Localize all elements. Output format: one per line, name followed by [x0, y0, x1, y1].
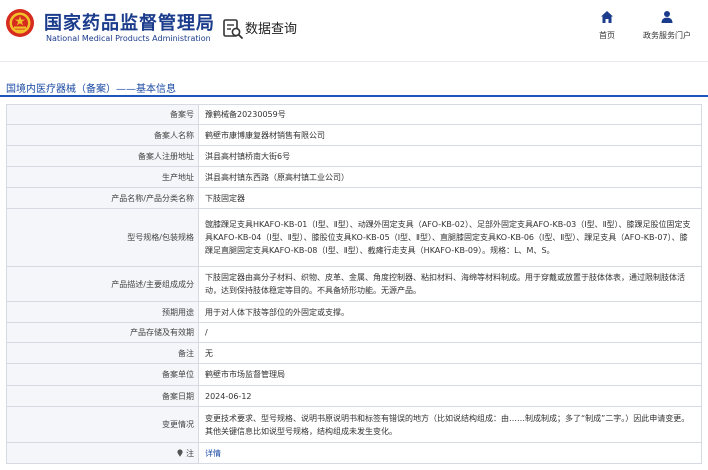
- user-icon: [661, 11, 673, 23]
- row-value: 下肢固定器由高分子材料、织物、皮革、金属、角度控制器、粘扣材料、海绵等材料制成。…: [198, 266, 702, 302]
- details-link[interactable]: 详情: [198, 442, 702, 464]
- note-label-text: 注: [186, 448, 194, 458]
- note-row-label: 注: [6, 442, 199, 464]
- national-emblem-icon[interactable]: [5, 8, 35, 38]
- row-label: 备案号: [6, 104, 199, 125]
- row-value: 鹤壁市市场监督管理局: [198, 363, 702, 386]
- table-row: 备案单位 鹤壁市市场监督管理局: [6, 363, 702, 386]
- table-row: 型号规格/包装规格 髋膝踝足支具HKAFO-KB-01（Ⅰ型、Ⅱ型）、动踝外固定…: [6, 208, 702, 267]
- section-title: 国境内医疗器械（备案）——基本信息: [6, 84, 176, 95]
- table-row: 变更情况 变更技术要求、型号规格、说明书原说明书和标签有错误的地方（比如说结构组…: [6, 406, 702, 443]
- row-label: 变更情况: [6, 406, 199, 443]
- site-header: 国家药品监督管理局 National Medical Products Admi…: [0, 0, 708, 62]
- row-label: 备案人注册地址: [6, 145, 199, 167]
- nav-service-portal-label: 政务服务门户: [643, 31, 691, 40]
- table-row: 生产地址 淇县高村镇东西路（原高村镇工业公司）: [6, 166, 702, 188]
- row-label: 型号规格/包装规格: [6, 208, 199, 267]
- section-divider: [0, 95, 708, 97]
- table-row: 产品描述/主要组成成分 下肢固定器由高分子材料、织物、皮革、金属、角度控制器、粘…: [6, 266, 702, 302]
- table-row: 备注 无: [6, 342, 702, 364]
- row-label: 备案日期: [6, 385, 199, 407]
- row-value: 变更技术要求、型号规格、说明书原说明书和标签有错误的地方（比如说结构组成：由………: [198, 406, 702, 443]
- row-value: 髋膝踝足支具HKAFO-KB-01（Ⅰ型、Ⅱ型）、动踝外固定支具（AFO-KB-…: [198, 208, 702, 267]
- table-row: 产品名称/产品分类名称 下肢固定器: [6, 187, 702, 209]
- table-row: 备案人名称 鹤壁市康博康复器材销售有限公司: [6, 124, 702, 146]
- record-detail-table: 备案号 豫鹤械备20230059号 备案人名称 鹤壁市康博康复器材销售有限公司 …: [6, 104, 702, 464]
- row-value: 2024-06-12: [198, 385, 702, 407]
- data-query-icon: [223, 19, 243, 39]
- row-label: 产品名称/产品分类名称: [6, 187, 199, 209]
- row-value: /: [198, 322, 702, 343]
- site-title[interactable]: 国家药品监督管理局: [44, 9, 215, 35]
- row-value: 下肢固定器: [198, 187, 702, 209]
- table-row: 备案号 豫鹤械备20230059号: [6, 104, 702, 125]
- table-row: 产品存储及有效期 /: [6, 322, 702, 343]
- nav-service-portal-link[interactable]: 政务服务门户: [632, 10, 702, 41]
- row-label: 预期用途: [6, 301, 199, 323]
- site-title-english: National Medical Products Administration: [46, 34, 211, 43]
- row-value: 无: [198, 342, 702, 364]
- note-icon: [177, 448, 183, 457]
- row-label: 备注: [6, 342, 199, 364]
- row-value: 鹤壁市康博康复器材销售有限公司: [198, 124, 702, 146]
- table-row: 备案人注册地址 淇县高村镇桥南大街6号: [6, 145, 702, 167]
- table-row: 备案日期 2024-06-12: [6, 385, 702, 407]
- row-label: 产品存储及有效期: [6, 322, 199, 343]
- row-label: 备案单位: [6, 363, 199, 386]
- data-query-title: 数据查询: [245, 22, 298, 37]
- row-value: 淇县高村镇东西路（原高村镇工业公司）: [198, 166, 702, 188]
- row-label: 生产地址: [6, 166, 199, 188]
- row-value: 用于对人体下肢等部位的外固定或支撑。: [198, 301, 702, 323]
- row-label: 产品描述/主要组成成分: [6, 266, 199, 302]
- row-value: 淇县高村镇桥南大街6号: [198, 145, 702, 167]
- home-icon: [601, 11, 613, 23]
- table-row-note: 注 详情: [6, 442, 702, 464]
- table-row: 预期用途 用于对人体下肢等部位的外固定或支撑。: [6, 301, 702, 323]
- row-label: 备案人名称: [6, 124, 199, 146]
- row-value: 豫鹤械备20230059号: [198, 104, 702, 125]
